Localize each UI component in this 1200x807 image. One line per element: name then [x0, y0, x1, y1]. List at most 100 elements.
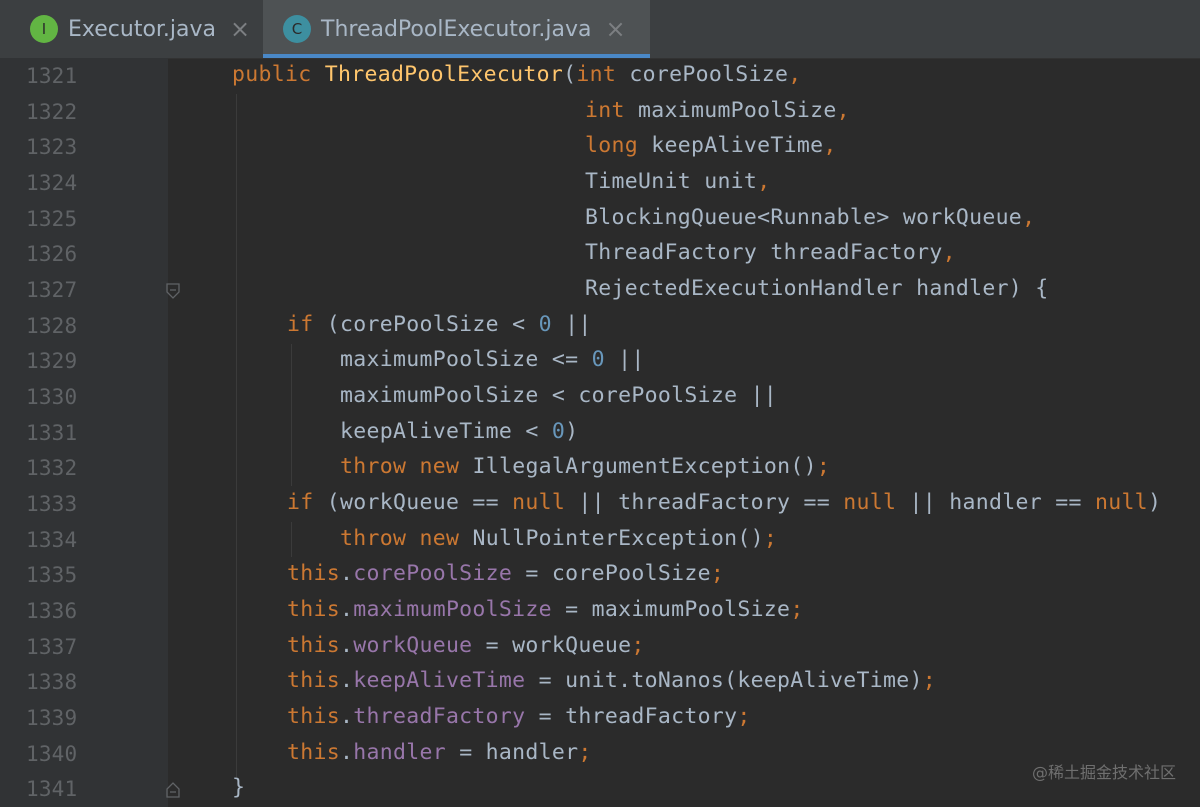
code-line-1325: BlockingQueue<Runnable> workQueue,	[585, 205, 1035, 230]
keyword: this	[287, 668, 340, 693]
code-line-1327: RejectedExecutionHandler handler) {	[585, 276, 1049, 301]
line-number: 1326	[26, 242, 78, 266]
code-text: IllegalArgumentException()	[459, 454, 817, 479]
code-line-1326: ThreadFactory threadFactory,	[585, 240, 956, 265]
code-text: maximumPoolSize < corePoolSize ||	[340, 383, 778, 408]
line-number: 1329	[26, 349, 78, 373]
tab-executor-java[interactable]: I Executor.java ×	[8, 0, 263, 58]
tab-label: ThreadPoolExecutor.java	[321, 16, 592, 42]
punctuation: ;	[816, 454, 831, 479]
line-number: 1321	[26, 64, 78, 88]
line-number: 1328	[26, 314, 78, 338]
line-number: 1324	[26, 171, 78, 195]
code-line-1322: int maximumPoolSize,	[585, 98, 850, 123]
keyword: this	[287, 704, 340, 729]
code-text: maximumPoolSize <=	[340, 347, 592, 372]
code-text: = handler	[445, 740, 579, 765]
code-line-1338: this.keepAliveTime = unit.toNanos(keepAl…	[287, 668, 936, 693]
tab-threadpoolexecutor-java[interactable]: C ThreadPoolExecutor.java ×	[263, 0, 650, 58]
code-line-1329: maximumPoolSize <= 0 ||	[340, 347, 645, 372]
code-text: keepAliveTime	[637, 133, 824, 158]
code-text: || threadFactory ==	[565, 490, 844, 515]
punctuation: ;	[922, 668, 936, 693]
line-number: 1334	[26, 528, 78, 552]
punctuation: ;	[790, 597, 804, 622]
indent-guide	[291, 522, 292, 557]
code-line-1323: long keepAliveTime,	[585, 133, 837, 158]
keyword: null	[1094, 490, 1148, 515]
code-text: = workQueue	[472, 633, 632, 658]
code-text: ThreadFactory threadFactory	[585, 240, 943, 265]
code-text: = threadFactory	[525, 704, 738, 729]
close-icon[interactable]: ×	[605, 15, 625, 43]
line-number-gutter[interactable]: 1321 1322 1323 1324 1325 1326 1327 1328 …	[8, 58, 180, 807]
line-number: 1337	[26, 635, 78, 659]
code-line-1336: this.maximumPoolSize = maximumPoolSize;	[287, 597, 804, 622]
keyword: new	[419, 454, 460, 479]
line-number: 1331	[26, 421, 78, 445]
punctuation: ,	[836, 98, 850, 123]
code-line-1341: }	[232, 775, 245, 800]
close-icon[interactable]: ×	[230, 15, 250, 43]
keyword: if	[287, 312, 314, 337]
code-text: .	[339, 561, 354, 586]
line-number: 1325	[26, 207, 78, 231]
code-text: keepAliveTime <	[340, 419, 552, 444]
keyword: int	[585, 98, 625, 123]
code-text: .	[339, 740, 354, 765]
code-text: TimeUnit unit	[585, 169, 758, 194]
code-line-1339: this.threadFactory = threadFactory;	[287, 704, 751, 729]
code-text: BlockingQueue<Runnable> workQueue	[585, 205, 1023, 230]
line-number: 1338	[26, 670, 78, 694]
line-number: 1341	[26, 777, 78, 801]
line-number: 1336	[26, 599, 78, 623]
indent-guide	[236, 94, 237, 778]
watermark: @稀土掘金技术社区	[1031, 763, 1176, 782]
field-name: corePoolSize	[353, 561, 513, 586]
code-line-1334: throw new NullPointerException();	[340, 526, 777, 551]
code-text: (	[563, 62, 577, 87]
keyword: long	[585, 133, 638, 158]
editor-window: I Executor.java × C ThreadPoolExecutor.j…	[0, 0, 1200, 807]
code-text: corePoolSize	[616, 62, 789, 87]
code-text: .	[339, 668, 354, 693]
punctuation: ;	[763, 526, 778, 551]
field-name: keepAliveTime	[353, 668, 526, 693]
code-text: )	[1147, 490, 1162, 515]
keyword: this	[287, 597, 340, 622]
field-name: handler	[353, 740, 446, 765]
code-text: RejectedExecutionHandler handler) {	[585, 276, 1049, 301]
code-line-1330: maximumPoolSize < corePoolSize ||	[340, 383, 777, 408]
code-text: = unit.toNanos(keepAliveTime)	[525, 668, 923, 693]
class-icon: C	[283, 15, 311, 43]
code-editor[interactable]: public ThreadPoolExecutor(int corePoolSi…	[178, 58, 1200, 807]
code-line-1321: public ThreadPoolExecutor(int corePoolSi…	[232, 62, 802, 87]
indent-guide	[291, 344, 292, 486]
keyword: null	[512, 490, 566, 515]
line-number: 1330	[26, 385, 78, 409]
keyword: this	[287, 740, 340, 765]
code-line-1331: keepAliveTime < 0)	[340, 419, 578, 444]
keyword: int	[576, 62, 617, 87]
keyword: throw	[340, 454, 407, 479]
code-line-1340: this.handler = handler;	[287, 740, 592, 765]
punctuation: ;	[710, 561, 725, 586]
tab-label: Executor.java	[68, 16, 217, 42]
number-literal: 0	[538, 312, 552, 337]
line-number: 1335	[26, 563, 78, 587]
punctuation: ,	[1022, 205, 1036, 230]
code-text: || handler ==	[896, 490, 1095, 515]
editor-tab-bar: I Executor.java × C ThreadPoolExecutor.j…	[0, 0, 1200, 59]
code-line-1335: this.corePoolSize = corePoolSize;	[287, 561, 724, 586]
code-text: = maximumPoolSize	[551, 597, 791, 622]
line-number: 1322	[26, 100, 78, 124]
punctuation: ;	[737, 704, 751, 729]
keyword: public	[232, 62, 325, 87]
punctuation: ,	[942, 240, 956, 265]
punctuation: ,	[788, 62, 802, 87]
field-name: threadFactory	[353, 704, 526, 729]
keyword: if	[287, 490, 314, 515]
method-name: ThreadPoolExecutor	[324, 62, 564, 87]
